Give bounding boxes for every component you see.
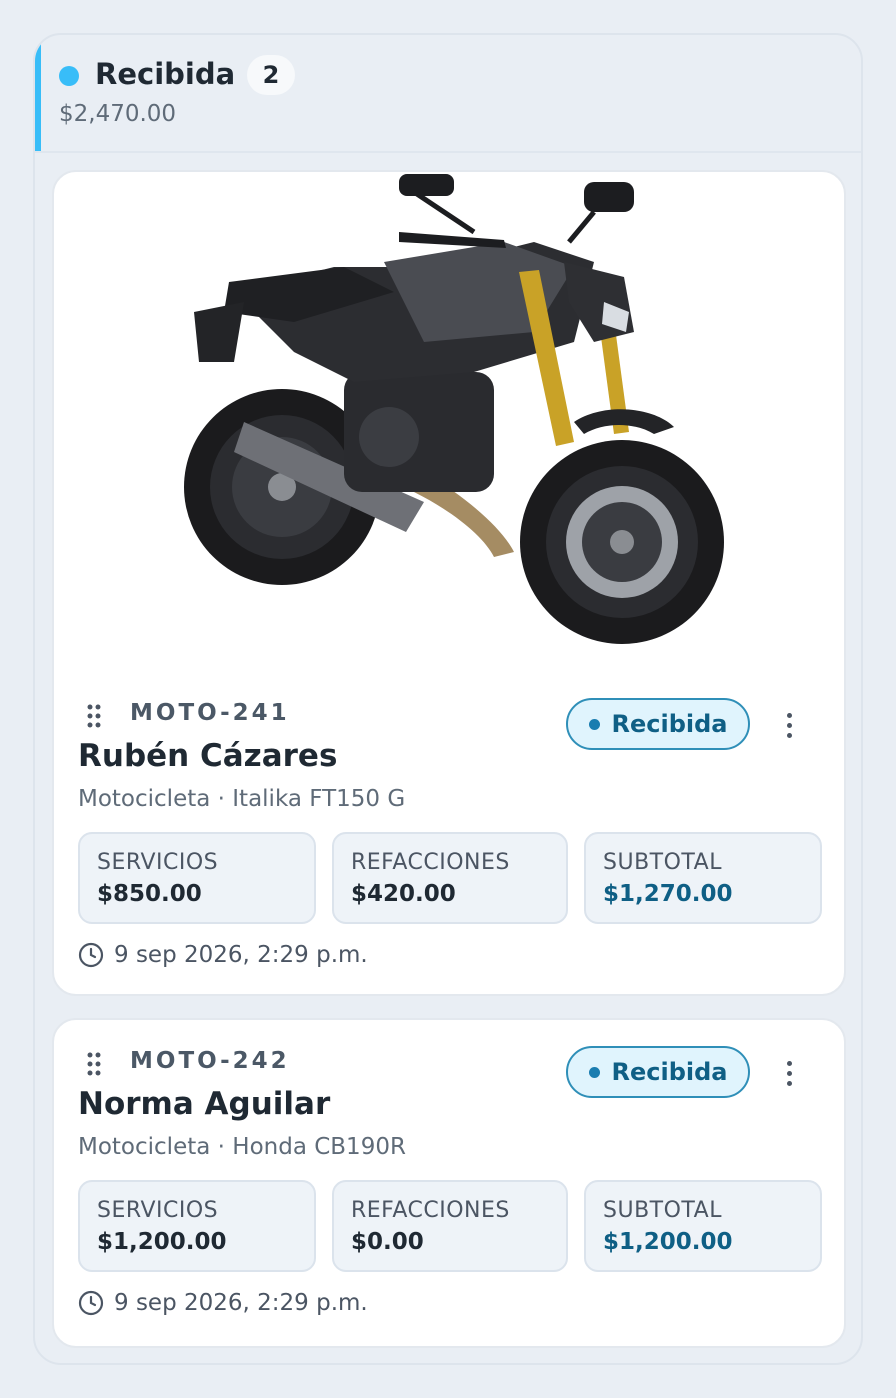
- order-code: MOTO-242: [130, 1048, 290, 1074]
- stat-value: $420.00: [351, 881, 456, 907]
- column-count-badge: 2: [247, 55, 295, 95]
- stat-servicios: SERVICIOS $850.00: [78, 832, 316, 924]
- drag-handle-icon[interactable]: [86, 704, 102, 728]
- column-title: Recibida: [95, 57, 236, 91]
- customer-name: Norma Aguilar: [78, 1086, 331, 1122]
- stat-refacciones: REFACCIONES $0.00: [332, 1180, 568, 1272]
- vehicle-description: Motocicleta · Italika FT150 G: [78, 786, 406, 812]
- timestamp-text: 9 sep 2026, 2:29 p.m.: [114, 1290, 368, 1316]
- status-dot-icon: [588, 718, 600, 730]
- clock-icon: [78, 942, 104, 968]
- stat-servicios: SERVICIOS $1,200.00: [78, 1180, 316, 1272]
- clock-icon: [78, 1290, 104, 1316]
- more-vertical-icon[interactable]: [776, 1058, 802, 1088]
- stat-label: SERVICIOS: [97, 1198, 219, 1223]
- order-card[interactable]: MOTO-242 Norma Aguilar Motocicleta · Hon…: [52, 1018, 846, 1348]
- stat-refacciones: REFACCIONES $420.00: [332, 832, 568, 924]
- stat-label: REFACCIONES: [351, 850, 510, 875]
- status-dot-icon: [59, 66, 79, 86]
- order-code: MOTO-241: [130, 700, 290, 726]
- stat-value: $0.00: [351, 1229, 424, 1255]
- stat-value: $1,270.00: [603, 881, 733, 907]
- stat-label: SUBTOTAL: [603, 1198, 722, 1223]
- motorcycle-photo: [174, 172, 726, 669]
- customer-name: Rubén Cázares: [78, 738, 338, 774]
- order-card[interactable]: MOTO-241 Rubén Cázares Motocicleta · Ita…: [52, 170, 846, 996]
- status-pill[interactable]: Recibida: [566, 1046, 750, 1098]
- vehicle-description: Motocicleta · Honda CB190R: [78, 1134, 406, 1160]
- status-pill[interactable]: Recibida: [566, 698, 750, 750]
- stat-label: REFACCIONES: [351, 1198, 510, 1223]
- column-total: $2,470.00: [59, 101, 177, 127]
- more-vertical-icon[interactable]: [776, 710, 802, 740]
- status-pill-label: Recibida: [611, 710, 728, 738]
- kanban-column-recibida: Recibida 2 $2,470.00 MOTO-241 Rubén Cáza…: [33, 33, 863, 1365]
- stat-value: $850.00: [97, 881, 202, 907]
- timestamp: 9 sep 2026, 2:29 p.m.: [78, 1290, 368, 1316]
- status-dot-icon: [588, 1066, 600, 1078]
- stat-subtotal: SUBTOTAL $1,200.00: [584, 1180, 822, 1272]
- column-header: Recibida 2 $2,470.00: [35, 35, 861, 153]
- drag-handle-icon[interactable]: [86, 1052, 102, 1076]
- timestamp: 9 sep 2026, 2:29 p.m.: [78, 942, 368, 968]
- stat-subtotal: SUBTOTAL $1,270.00: [584, 832, 822, 924]
- stat-value: $1,200.00: [603, 1229, 733, 1255]
- status-pill-label: Recibida: [611, 1058, 728, 1086]
- stat-value: $1,200.00: [97, 1229, 227, 1255]
- timestamp-text: 9 sep 2026, 2:29 p.m.: [114, 942, 368, 968]
- stat-label: SERVICIOS: [97, 850, 219, 875]
- stat-label: SUBTOTAL: [603, 850, 722, 875]
